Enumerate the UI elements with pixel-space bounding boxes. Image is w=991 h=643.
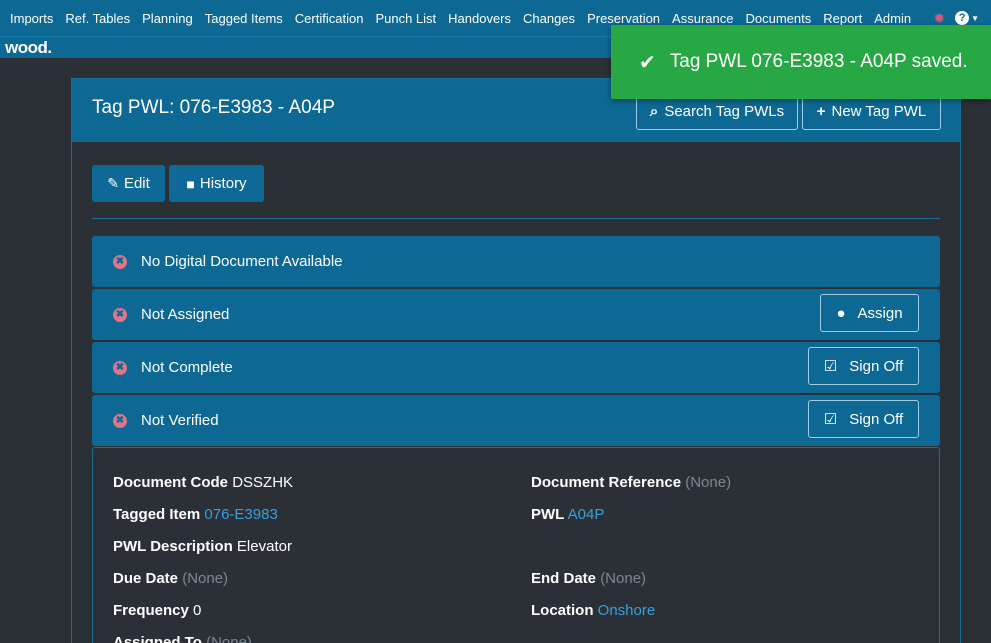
nav-planning[interactable]: Planning: [142, 11, 193, 26]
nav-tagged-items[interactable]: Tagged Items: [205, 11, 283, 26]
help-icon: ?: [955, 11, 970, 25]
sign-off-verify-button[interactable]: ☑ Sign Off: [808, 400, 919, 438]
frequency-field: Frequency 0: [113, 602, 201, 619]
error-icon: ✖: [113, 360, 127, 375]
field-label: Document Reference: [531, 474, 682, 491]
field-label: Document Code: [113, 474, 229, 491]
status-row-document: ✖ No Digital Document Available: [92, 236, 940, 287]
field-value: (None): [182, 570, 229, 587]
field-value: Elevator: [236, 538, 292, 555]
field-label: Frequency: [113, 602, 189, 619]
error-icon: ✖: [113, 254, 127, 269]
book-icon: ■: [186, 175, 195, 192]
sign-off-label: Sign Off: [849, 357, 904, 375]
tagged-item-field: Tagged Item 076-E3983: [113, 506, 278, 523]
field-label: Tagged Item: [113, 506, 201, 523]
nav-assurance[interactable]: Assurance: [672, 11, 733, 26]
history-label: History: [199, 175, 247, 192]
nav-documents[interactable]: Documents: [745, 11, 811, 26]
divider: [92, 218, 940, 219]
nav-imports[interactable]: Imports: [10, 11, 53, 26]
nav-ref-tables[interactable]: Ref. Tables: [65, 11, 130, 26]
nav-changes[interactable]: Changes: [523, 11, 575, 26]
pwl-link[interactable]: A04P: [568, 506, 605, 523]
field-value: (None): [206, 634, 252, 643]
check-icon: ✔: [639, 51, 656, 74]
toast-message: Tag PWL 076-E3983 - A04P saved.: [669, 51, 968, 72]
wood-logo[interactable]: wood.: [5, 38, 52, 58]
field-label: Assigned To: [113, 634, 202, 643]
chevron-down-icon: ▼: [971, 13, 979, 23]
location-field: Location Onshore: [531, 602, 655, 619]
bug-icon[interactable]: ✹: [933, 10, 945, 27]
assign-label: Assign: [857, 304, 903, 322]
success-toast[interactable]: ✔ Tag PWL 076-E3983 - A04P saved.: [611, 25, 991, 99]
details-panel: Document Code DSSZHK Document Reference …: [92, 447, 940, 643]
action-buttons: ✎ Edit ■ History: [92, 165, 264, 202]
edit-icon: ✎: [107, 175, 119, 191]
nav-report[interactable]: Report: [823, 11, 862, 26]
field-value: 0: [193, 602, 202, 619]
document-code-field: Document Code DSSZHK: [113, 474, 293, 491]
status-row-assigned: ✖ Not Assigned ● Assign: [92, 289, 940, 340]
nav-certification[interactable]: Certification: [295, 11, 364, 26]
status-text: Not Assigned: [141, 306, 230, 323]
checkbox-icon: ☑: [823, 358, 838, 375]
page-title: Tag PWL: 076-E3983 - A04P: [92, 97, 335, 118]
pwl-field: PWL A04P: [531, 506, 604, 523]
checkbox-icon: ☑: [823, 411, 838, 428]
new-tag-pwl-label: New Tag PWL: [831, 103, 927, 120]
nav-punch-list[interactable]: Punch List: [375, 11, 436, 26]
status-row-verified: ✖ Not Verified ☑ Sign Off: [92, 395, 940, 446]
user-icon: ●: [836, 304, 846, 322]
error-icon: ✖: [113, 307, 127, 322]
assign-button[interactable]: ● Assign: [820, 294, 919, 332]
search-icon: ⌕: [649, 103, 659, 120]
nav-admin[interactable]: Admin: [874, 11, 911, 26]
sign-off-label: Sign Off: [849, 410, 904, 428]
field-value: (None): [685, 474, 732, 491]
tag-pwl-panel: Tag PWL: 076-E3983 - A04P ⌕ Search Tag P…: [71, 78, 961, 643]
field-label: PWL: [531, 506, 565, 523]
field-label: Due Date: [113, 570, 179, 587]
tagged-item-link[interactable]: 076-E3983: [204, 506, 277, 523]
nav-preservation[interactable]: Preservation: [587, 11, 660, 26]
field-value: (None): [600, 570, 647, 587]
field-value: DSSZHK: [232, 474, 294, 491]
error-icon: ✖: [113, 413, 127, 428]
location-link[interactable]: Onshore: [598, 602, 656, 619]
document-reference-field: Document Reference (None): [531, 474, 731, 491]
status-text: Not Complete: [141, 359, 233, 376]
status-text: No Digital Document Available: [141, 253, 343, 270]
assigned-to-field: Assigned To (None): [113, 634, 252, 643]
sign-off-complete-button[interactable]: ☑ Sign Off: [808, 347, 919, 385]
end-date-field: End Date (None): [531, 570, 646, 587]
search-tag-pwls-label: Search Tag PWLs: [664, 103, 785, 120]
status-text: Not Verified: [141, 412, 219, 429]
field-label: End Date: [531, 570, 597, 587]
field-label: Location: [531, 602, 594, 619]
edit-button[interactable]: ✎ Edit: [92, 165, 165, 202]
nav-handovers[interactable]: Handovers: [448, 11, 511, 26]
status-row-complete: ✖ Not Complete ☑ Sign Off: [92, 342, 940, 393]
field-label: PWL Description: [113, 538, 233, 555]
plus-icon: +: [816, 103, 826, 120]
due-date-field: Due Date (None): [113, 570, 228, 587]
history-button[interactable]: ■ History: [169, 165, 264, 202]
pwl-description-field: PWL Description Elevator: [113, 538, 292, 555]
edit-label: Edit: [123, 175, 150, 192]
help-menu[interactable]: ? ▼: [955, 11, 979, 25]
